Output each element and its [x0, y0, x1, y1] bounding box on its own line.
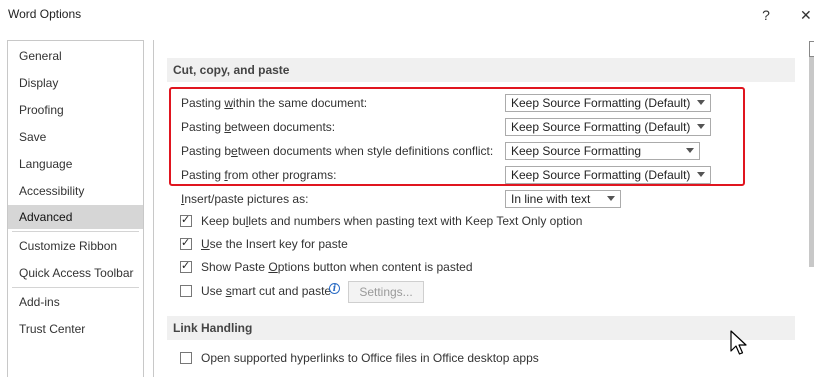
paste-options-button-checkbox[interactable]: ✓ — [180, 259, 192, 273]
chevron-down-icon — [697, 172, 705, 177]
help-button[interactable]: ? — [756, 4, 776, 26]
nav-divider — [12, 231, 139, 232]
paste-other-programs-label: Pasting from other programs: — [181, 168, 337, 182]
smart-cut-paste-checkbox[interactable] — [180, 285, 192, 297]
nav-item-general[interactable]: General — [8, 44, 143, 68]
scroll-up-button[interactable] — [809, 41, 814, 57]
section-heading-link-handling: Link Handling — [167, 316, 795, 340]
nav-item-add-ins[interactable]: Add-ins — [8, 290, 143, 314]
nav-item-quick-access-toolbar[interactable]: Quick Access Toolbar — [8, 261, 143, 285]
checkmark-icon: ✓ — [181, 236, 191, 249]
insert-pictures-label: Insert/paste pictures as: — [181, 192, 309, 206]
paste-options-button-label: Show Paste Options button when content i… — [201, 260, 473, 274]
nav-item-proofing[interactable]: Proofing — [8, 98, 143, 122]
window-title: Word Options — [8, 7, 82, 21]
paste-other-programs-select[interactable]: Keep Source Formatting (Default) — [505, 166, 711, 184]
nav-item-advanced[interactable]: Advanced — [8, 205, 143, 229]
insert-key-paste-checkbox[interactable]: ✓ — [180, 236, 192, 250]
chevron-down-icon — [697, 100, 705, 105]
smart-cut-paste-label: Use smart cut and paste — [201, 284, 332, 298]
scrollbar-thumb[interactable] — [809, 57, 814, 267]
paste-style-conflict-select[interactable]: Keep Source Formatting — [505, 142, 700, 160]
nav-item-display[interactable]: Display — [8, 71, 143, 95]
checkmark-icon: ✓ — [181, 213, 191, 226]
mouse-pointer-icon — [730, 330, 747, 355]
paste-between-documents-select[interactable]: Keep Source Formatting (Default) — [505, 118, 711, 136]
info-icon[interactable]: i — [329, 283, 340, 294]
insert-pictures-select[interactable]: In line with text — [505, 190, 621, 208]
paste-within-document-label: Pasting within the same document: — [181, 96, 368, 110]
close-icon: ✕ — [800, 7, 812, 23]
chevron-down-icon — [686, 148, 694, 153]
title-bar: Word Options ? ✕ — [0, 0, 814, 32]
nav-item-customize-ribbon[interactable]: Customize Ribbon — [8, 234, 143, 258]
paste-within-document-select[interactable]: Keep Source Formatting (Default) — [505, 94, 711, 112]
checkmark-icon: ✓ — [181, 259, 191, 272]
nav-item-language[interactable]: Language — [8, 152, 143, 176]
chevron-down-icon — [697, 124, 705, 129]
section-heading-cut-copy-paste: Cut, copy, and paste — [167, 58, 795, 82]
nav-item-accessibility[interactable]: Accessibility — [8, 179, 143, 203]
nav-item-save[interactable]: Save — [8, 125, 143, 149]
settings-button[interactable]: Settings... — [348, 281, 424, 303]
close-button[interactable]: ✕ — [800, 4, 814, 26]
open-hyperlinks-desktop-label: Open supported hyperlinks to Office file… — [201, 351, 539, 365]
open-hyperlinks-desktop-checkbox[interactable] — [180, 352, 192, 364]
nav-item-trust-center[interactable]: Trust Center — [8, 317, 143, 341]
chevron-down-icon — [607, 196, 615, 201]
nav-divider — [12, 287, 139, 288]
keep-bullets-label: Keep bullets and numbers when pasting te… — [201, 214, 583, 228]
options-nav: General Display Proofing Save Language A… — [7, 40, 144, 377]
insert-key-paste-label: Use the Insert key for paste — [201, 237, 348, 251]
keep-bullets-checkbox[interactable]: ✓ — [180, 213, 192, 227]
paste-style-conflict-label: Pasting between documents when style def… — [181, 144, 494, 158]
paste-between-documents-label: Pasting between documents: — [181, 120, 336, 134]
